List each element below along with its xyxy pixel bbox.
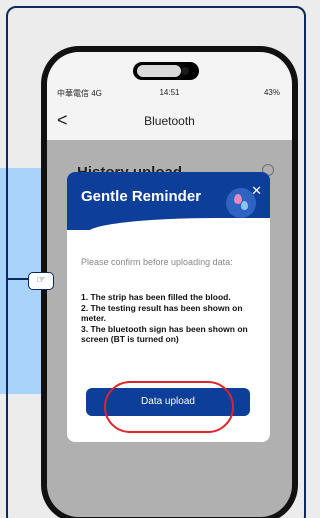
highlight-ring	[104, 381, 234, 433]
dialog-title: Gentle Reminder	[81, 188, 202, 205]
nav-bar: < Bluetooth	[47, 110, 292, 134]
status-bar: 中華電信 4G 14:51 43%	[47, 88, 292, 102]
step-item: 3. The bluetooth sign has been shown on …	[81, 323, 248, 345]
phone-frame: 中華電信 4G 14:51 43% < Bluetooth History up…	[41, 46, 298, 518]
island-pill	[137, 65, 181, 77]
step-item: 2. The testing result has been shown on …	[81, 302, 243, 324]
battery-label: 43%	[263, 88, 280, 97]
step-item: 1. The strip has been filled the blood.	[81, 292, 231, 302]
confirm-text: Please confirm before uploading data:	[81, 257, 233, 267]
dynamic-island	[133, 62, 199, 80]
header-wave	[87, 218, 270, 248]
phone-screen: 中華電信 4G 14:51 43% < Bluetooth History up…	[47, 52, 292, 517]
annotation-line	[6, 30, 8, 280]
pointing-hand-icon: ☞	[28, 272, 54, 290]
steps-list: 1. The strip has been filled the blood. …	[81, 292, 267, 345]
close-icon[interactable]: ✕	[251, 183, 262, 199]
clock: 14:51	[159, 88, 180, 97]
page-title: Bluetooth	[144, 114, 195, 128]
camera-dot	[181, 67, 189, 75]
annotation-line	[6, 278, 28, 280]
